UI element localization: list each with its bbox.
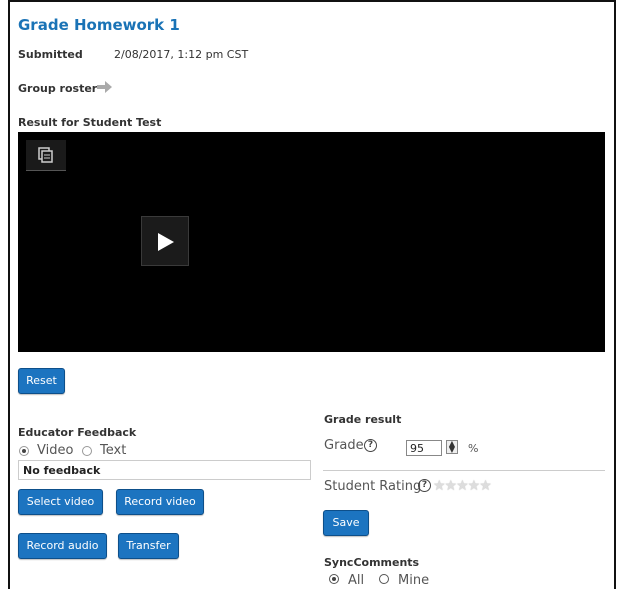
grade-result-heading: Grade result	[324, 413, 402, 426]
radio-text-label: Text	[100, 443, 127, 458]
page-title: Grade Homework 1	[18, 16, 180, 34]
group-roster-label[interactable]: Group roster	[18, 82, 97, 95]
radio-text[interactable]	[82, 446, 92, 456]
radio-video-label: Video	[37, 443, 74, 458]
play-icon	[158, 233, 174, 251]
submitted-label: Submitted	[18, 48, 83, 61]
copy-icon	[38, 147, 53, 163]
result-label: Result for Student Test	[18, 116, 162, 129]
record-video-button[interactable]: Record video	[116, 489, 204, 515]
reset-button[interactable]: Reset	[18, 368, 65, 394]
grade-unit: %	[468, 442, 479, 455]
grade-label: Grade	[324, 438, 364, 453]
rating-help-icon[interactable]: ?	[418, 479, 431, 492]
radio-all[interactable]	[329, 574, 339, 584]
grade-spinner[interactable]: ▲ ▼	[446, 440, 458, 454]
arrow-right-icon[interactable]	[97, 81, 113, 93]
select-video-button[interactable]: Select video	[18, 489, 103, 515]
divider	[323, 470, 605, 471]
rating-stars[interactable]: ★★★★★	[433, 478, 492, 494]
radio-all-label: All	[348, 573, 365, 588]
video-player[interactable]	[18, 132, 605, 352]
radio-mine-label: Mine	[398, 573, 430, 588]
grade-input[interactable]: 95	[406, 440, 442, 456]
radio-video[interactable]	[19, 446, 29, 456]
save-button[interactable]: Save	[323, 510, 369, 536]
help-icon[interactable]: ?	[364, 439, 377, 452]
feedback-display: No feedback	[18, 460, 311, 480]
radio-mine[interactable]	[379, 574, 389, 584]
transfer-button[interactable]: Transfer	[118, 533, 179, 559]
sync-comments-heading: SyncComments	[324, 556, 420, 569]
record-audio-button[interactable]: Record audio	[18, 533, 107, 559]
play-button[interactable]	[141, 216, 189, 266]
student-rating-label: Student Rating	[324, 479, 422, 494]
submitted-date: 2/08/2017, 1:12 pm CST	[114, 48, 249, 61]
video-menu-button[interactable]	[26, 140, 66, 171]
educator-feedback-heading: Educator Feedback	[18, 426, 137, 439]
